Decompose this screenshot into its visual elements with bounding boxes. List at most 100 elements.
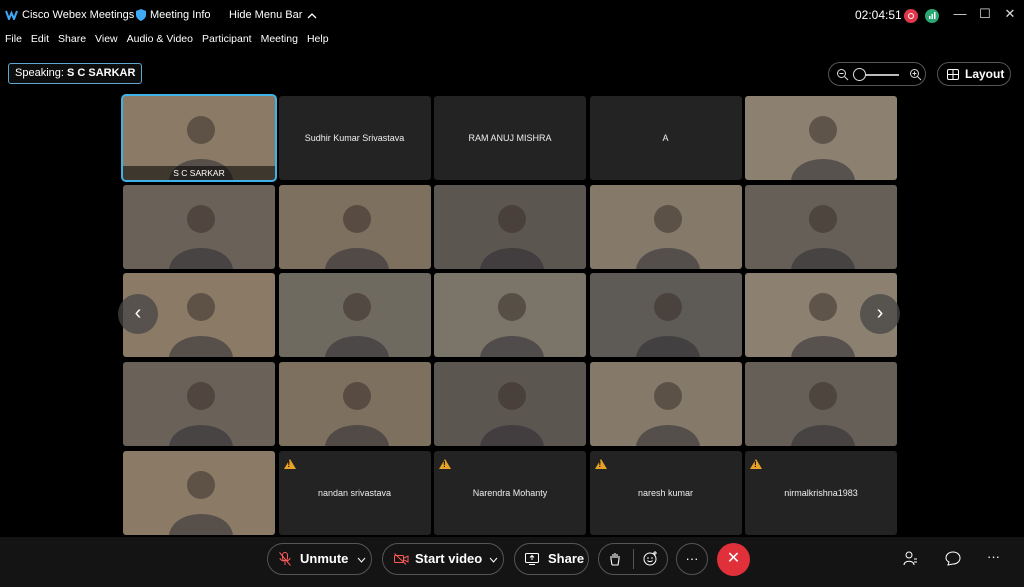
title-bar: Cisco Webex Meetings Meeting Info Hide M… [0,0,1024,30]
participant-tile[interactable] [745,362,897,447]
more-options-icon: ··· [685,551,699,566]
video-feed [324,293,389,358]
participant-name: A [662,133,669,143]
control-bar: Unmute Start video Share ··· ✕ ··· [0,537,1024,587]
participant-tile[interactable] [123,184,275,269]
participant-tile[interactable] [278,184,431,269]
menu-share[interactable]: Share [58,33,86,49]
unmute-label: Unmute [300,551,349,566]
zoom-in-icon[interactable] [909,68,922,81]
participant-tile[interactable]: nandan srivastava [278,450,431,535]
chat-icon[interactable] [945,551,961,566]
app-name: Cisco Webex Meetings [22,9,135,21]
participant-tile[interactable]: Sudhir Kumar Srivastava [278,96,431,180]
video-off-icon [394,553,409,565]
unmute-button[interactable]: Unmute [267,543,372,575]
participant-tile[interactable]: RAM ANUJ MISHRA [434,96,586,180]
participant-name: naresh kumar [637,487,694,498]
participant-tile[interactable] [434,362,586,447]
video-feed [480,382,544,447]
chevron-down-icon[interactable] [489,557,498,563]
menu-help[interactable]: Help [307,33,329,49]
participant-name: Sudhir Kumar Srivastava [304,133,405,143]
participant-name: nirmalkrishna1983 [784,487,858,498]
zoom-slider-handle[interactable] [853,68,866,81]
recording-icon[interactable] [904,9,918,23]
participant-caption: S C SARKAR [123,166,275,180]
video-feed [791,204,855,269]
microphone-muted-icon [279,552,291,566]
menu-audio-video[interactable]: Audio & Video [127,33,193,49]
video-feed [635,204,700,269]
speaking-name: S C SARKAR [67,67,136,79]
menu-meeting[interactable]: Meeting [261,33,298,49]
chevron-down-icon[interactable] [357,557,366,563]
minimize-icon[interactable]: — [950,6,970,22]
participant-tile[interactable] [745,184,897,269]
participant-tile[interactable]: A [589,96,742,180]
participant-tile[interactable] [434,273,586,358]
network-status-icon[interactable] [925,9,939,23]
start-video-button[interactable]: Start video [382,543,504,575]
participant-tile[interactable] [434,184,586,269]
participant-tile[interactable] [589,273,742,358]
previous-page-button[interactable]: ‹ [118,294,158,334]
raise-hand-icon[interactable] [609,552,621,566]
participant-tile[interactable] [278,362,431,447]
menu-view[interactable]: View [95,33,118,49]
close-icon[interactable]: ✕ [1000,6,1020,22]
share-label: Share [548,551,585,566]
participant-name: RAM ANUJ MISHRA [468,133,552,143]
video-feed [635,382,700,447]
menu-file[interactable]: File [5,33,22,49]
participant-tile[interactable]: Narendra Mohanty [434,450,586,535]
more-options-button[interactable]: ··· [676,543,708,575]
end-meeting-button[interactable]: ✕ [717,543,750,576]
share-button[interactable]: Share [514,543,589,575]
video-grid: S C SARKAR Sudhir Kumar Srivastava RAM ANU… [123,96,898,536]
chevron-up-icon [307,12,317,18]
zoom-control[interactable] [828,62,926,86]
participant-tile[interactable]: naresh kumar [589,450,742,535]
participant-tile[interactable] [589,362,742,447]
participant-name: Narendra Mohanty [472,487,548,498]
menu-edit[interactable]: Edit [31,33,49,49]
participant-tile[interactable] [123,362,275,447]
video-feed [791,382,855,447]
more-panels-icon[interactable]: ··· [987,549,1000,564]
hide-menu-bar-button[interactable]: Hide Menu Bar [229,9,317,21]
meeting-info-button[interactable]: Meeting Info [136,9,211,21]
video-feed [169,470,233,535]
participant-tile[interactable] [589,184,742,269]
video-feed [169,204,233,269]
video-feed [324,204,389,269]
shield-icon [136,9,146,21]
meeting-clock: 02:04:51 [855,8,902,22]
participant-tile[interactable]: S C SARKAR [123,96,275,180]
next-page-button[interactable]: › [860,294,900,334]
video-feed [791,116,855,180]
reactions-group [598,543,668,575]
layout-grid-icon [947,69,959,80]
hide-menu-label: Hide Menu Bar [229,9,303,21]
speaking-label: Speaking: [15,67,64,79]
video-feed [169,382,233,447]
layout-button[interactable]: Layout [937,62,1011,86]
webex-logo-icon [5,10,18,20]
start-video-label: Start video [415,551,483,566]
participant-tile[interactable]: nirmalkrishna1983 [745,450,897,535]
layout-label: Layout [965,67,1005,81]
menu-participant[interactable]: Participant [202,33,252,49]
zoom-out-icon[interactable] [836,68,849,81]
menu-bar: File Edit Share View Audio & Video Parti… [0,33,333,49]
maximize-icon[interactable]: ☐ [975,6,995,22]
participants-icon[interactable] [903,551,918,566]
participant-tile[interactable] [745,96,897,180]
video-feed [480,204,544,269]
participant-name: nandan srivastava [317,487,392,498]
divider [633,549,634,569]
video-feed [324,382,389,447]
participant-tile[interactable] [123,450,275,535]
reaction-smiley-icon[interactable] [643,551,658,566]
participant-tile[interactable] [278,273,431,358]
